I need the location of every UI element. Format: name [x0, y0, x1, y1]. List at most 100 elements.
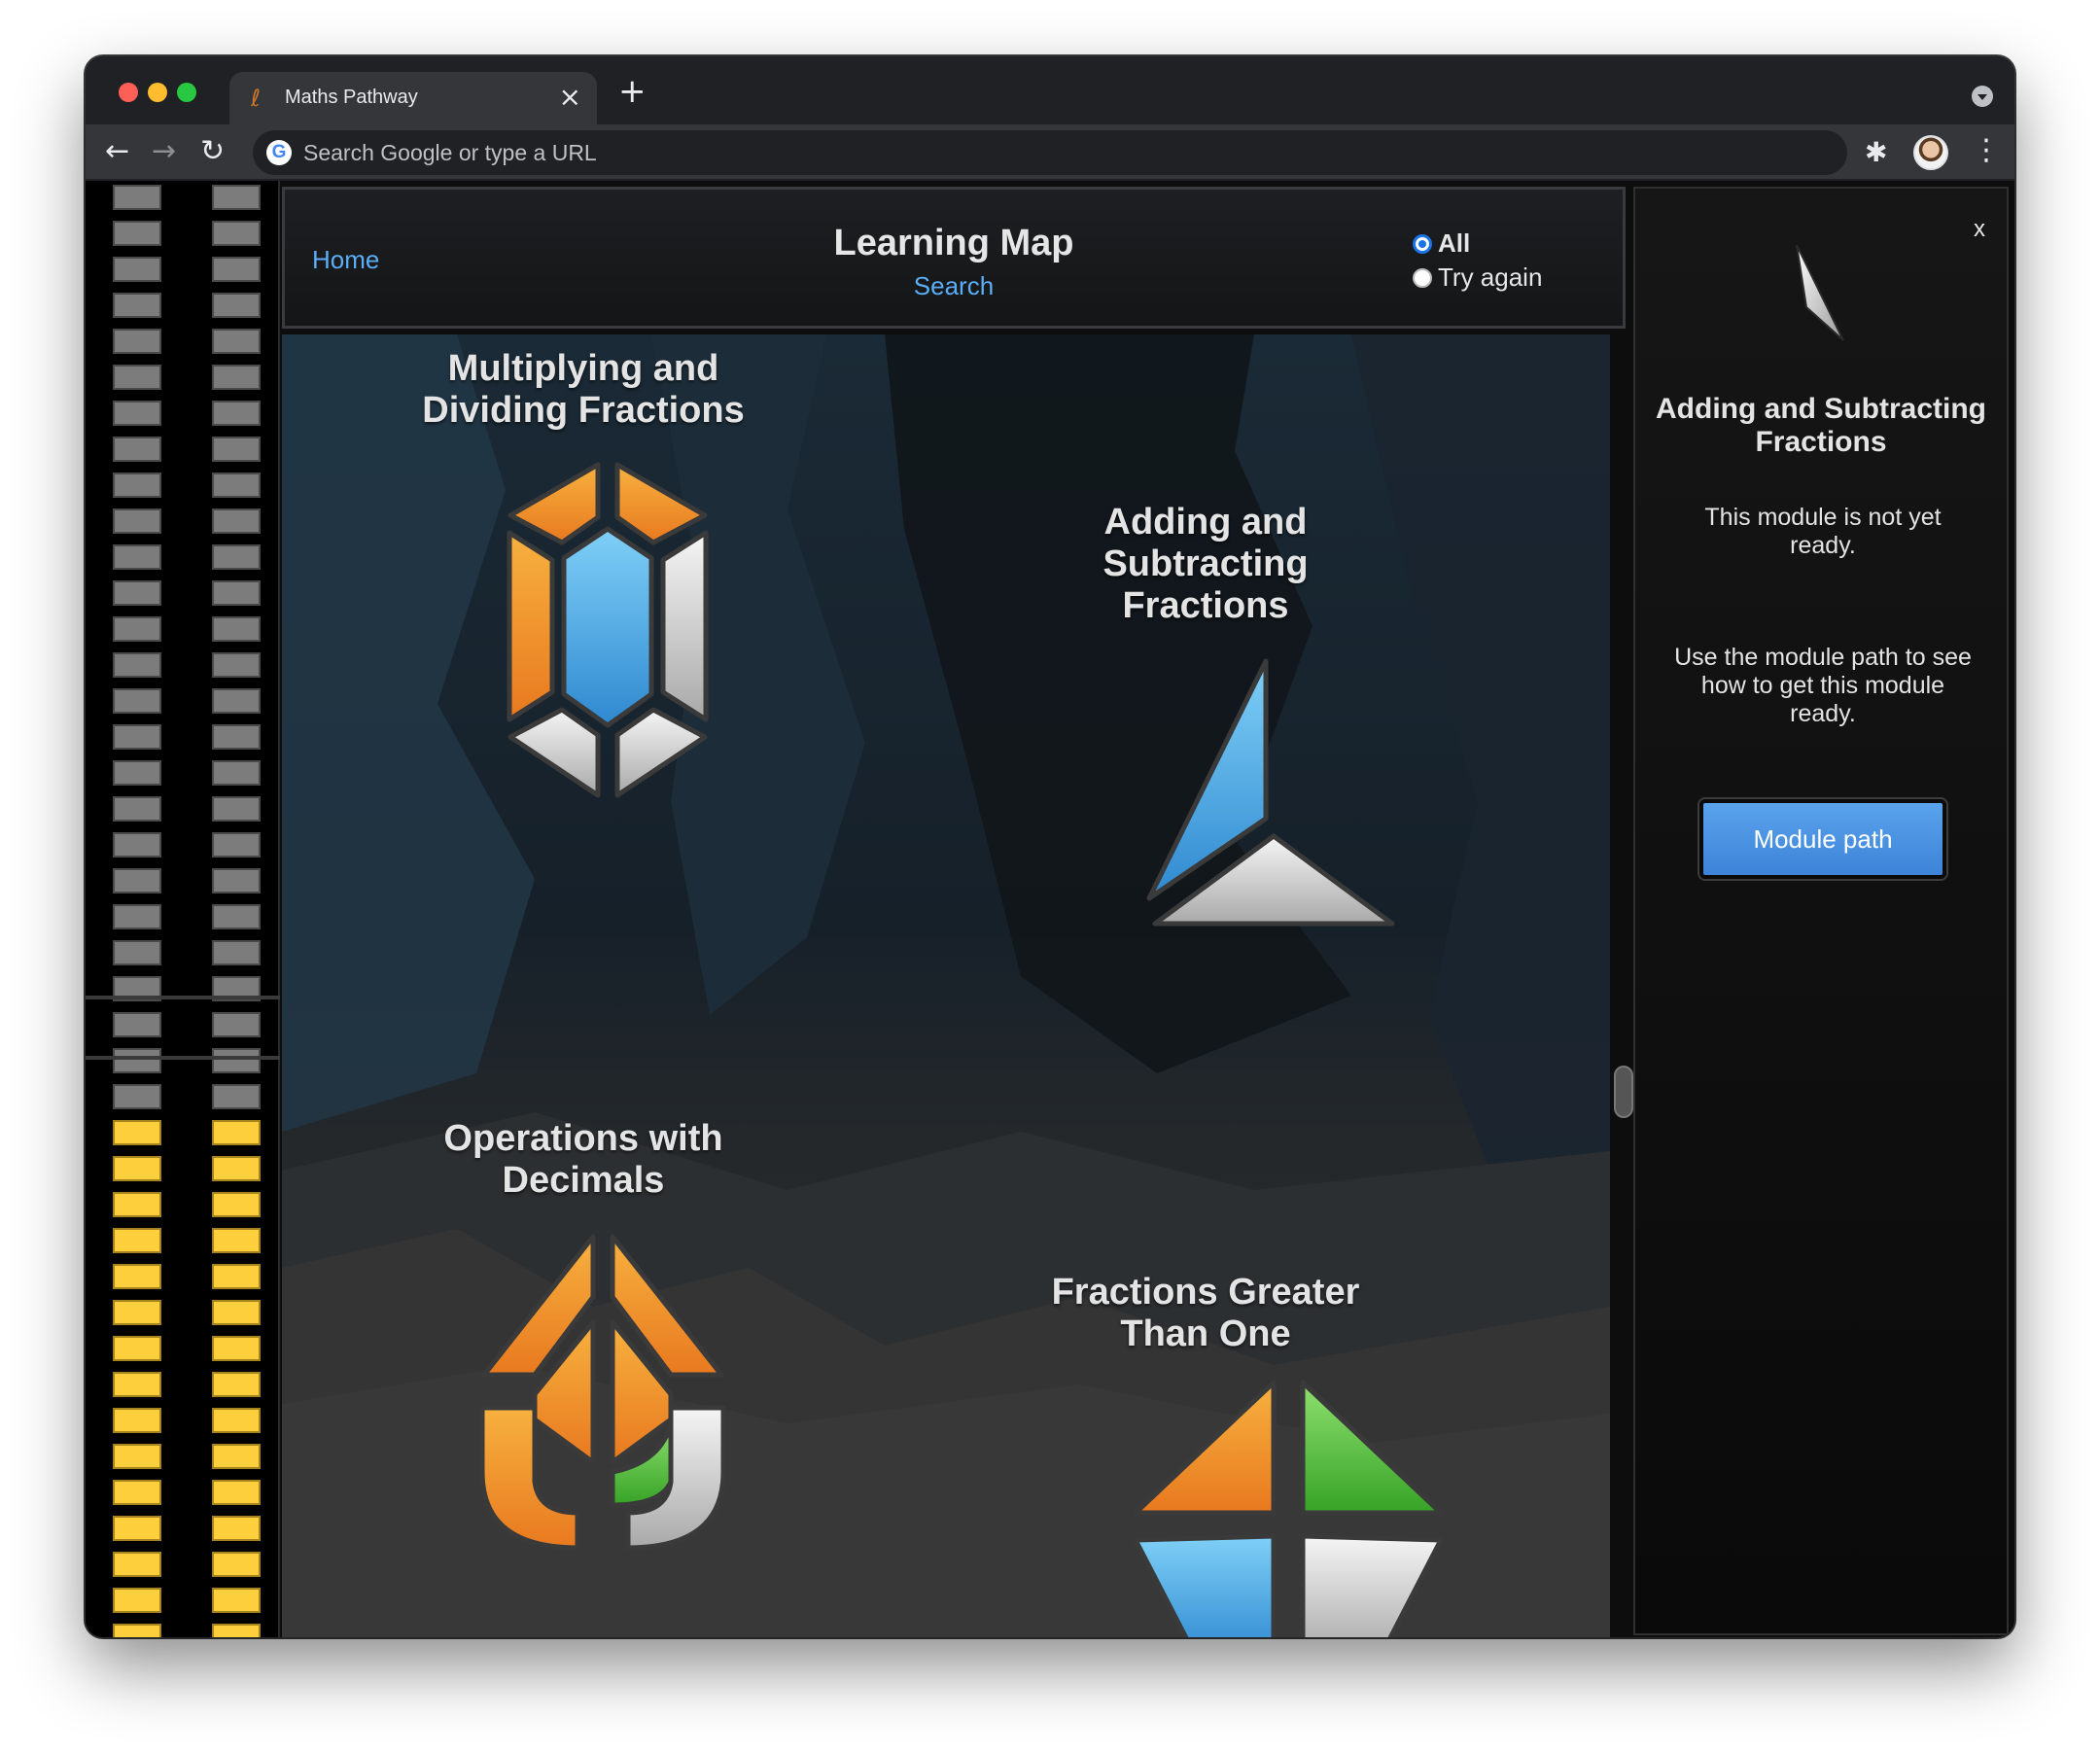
module-title-fractions-greater-than-one[interactable]: Fractions Greater Than One: [1040, 1272, 1371, 1355]
maximize-window-button[interactable]: [177, 83, 196, 102]
module-title-multiplying-dividing[interactable]: Multiplying and Dividing Fractions: [389, 348, 778, 432]
progress-block: [113, 868, 161, 893]
progress-block: [113, 401, 161, 426]
progress-block: [113, 1624, 161, 1637]
radio-all[interactable]: [1413, 233, 1432, 254]
progress-block: [212, 1084, 261, 1109]
back-arrow-icon[interactable]: ←: [105, 134, 129, 169]
progress-block: [113, 1516, 161, 1541]
progress-block: [113, 1300, 161, 1325]
progress-block: [113, 473, 161, 498]
progress-block: [113, 796, 161, 822]
progress-block: [113, 1480, 161, 1505]
learning-map-header: Home Learning Map Search All Try again: [282, 187, 1626, 329]
omnibox[interactable]: G: [253, 130, 1847, 175]
progress-block: [212, 616, 261, 642]
filter-try-again[interactable]: Try again: [1413, 261, 1542, 295]
progress-block: [113, 688, 161, 714]
browser-tab[interactable]: ℓ Maths Pathway ×: [229, 72, 597, 124]
progress-block: [212, 1264, 261, 1289]
progress-divider: [86, 1056, 280, 1060]
progress-block: [113, 832, 161, 858]
progress-block: [113, 1084, 161, 1109]
progress-block: [212, 904, 261, 929]
extensions-puzzle-icon[interactable]: ✱: [1865, 136, 1887, 168]
module-path-button[interactable]: Module path: [1699, 799, 1946, 879]
progress-block: [212, 652, 261, 678]
progress-block: [113, 437, 161, 462]
reload-icon[interactable]: ↻: [200, 134, 225, 169]
progress-block: [113, 904, 161, 929]
close-window-button[interactable]: [119, 83, 138, 102]
progress-block: [113, 1192, 161, 1217]
progress-block: [113, 1552, 161, 1577]
progress-block: [113, 257, 161, 282]
filter-try-again-label: Try again: [1438, 263, 1543, 292]
hexagon-gem-icon[interactable]: [506, 461, 710, 801]
progress-sidebar: [86, 181, 280, 1637]
radio-try-again[interactable]: [1413, 267, 1432, 288]
progress-block: [113, 760, 161, 786]
progress-block: [212, 1336, 261, 1361]
panel-title: Adding and Subtracting Fractions: [1656, 393, 1986, 458]
progress-block: [212, 1156, 261, 1181]
tab-close-icon[interactable]: ×: [559, 81, 581, 113]
new-tab-button[interactable]: +: [618, 72, 647, 111]
module-title-adding-subtracting[interactable]: Adding and Subtracting Fractions: [1060, 502, 1351, 627]
progress-block: [212, 1444, 261, 1469]
minimize-window-button[interactable]: [148, 83, 167, 102]
learning-map-canvas: Multiplying and Dividing Fractions Addin…: [282, 334, 1610, 1637]
progress-block: [212, 1192, 261, 1217]
profile-avatar[interactable]: [1913, 135, 1948, 170]
filter-radio-group: All Try again: [1413, 227, 1542, 295]
triangle-shard-icon[interactable]: [1138, 655, 1410, 928]
search-link-label[interactable]: Search: [914, 271, 994, 300]
progress-block: [212, 1408, 261, 1433]
progress-block: [113, 1408, 161, 1433]
filter-all-label: All: [1438, 228, 1471, 258]
panel-close-button[interactable]: x: [1974, 216, 1985, 243]
progress-block: [212, 437, 261, 462]
progress-column-1: [113, 185, 161, 1637]
arrow-leaf-icon[interactable]: [476, 1229, 729, 1550]
progress-block: [212, 365, 261, 390]
module-title-operations-decimals[interactable]: Operations with Decimals: [389, 1118, 778, 1202]
panel-message-module-path: Use the module path to see how to get th…: [1674, 644, 1972, 727]
browser-window: ℓ Maths Pathway × + ← → ↻ G ✱ ⋮ Home Lea…: [86, 56, 2014, 1637]
module-detail-panel: x Adding and Subtracting Fractions This …: [1633, 187, 2009, 1635]
progress-block: [212, 580, 261, 606]
progress-block: [212, 1300, 261, 1325]
progress-block: [113, 544, 161, 570]
filter-all[interactable]: All: [1413, 227, 1542, 261]
map-scrollbar-thumb[interactable]: [1614, 1066, 1633, 1118]
progress-block: [212, 688, 261, 714]
address-input[interactable]: [303, 130, 1820, 175]
progress-block: [113, 1012, 161, 1037]
progress-block: [212, 1588, 261, 1613]
progress-block: [113, 221, 161, 246]
progress-block: [113, 1156, 161, 1181]
progress-block: [212, 508, 261, 534]
panel-message-not-ready: This module is not yet ready.: [1704, 504, 1942, 559]
progress-block: [212, 257, 261, 282]
progress-block: [212, 1372, 261, 1397]
progress-block: [212, 760, 261, 786]
progress-block: [212, 1048, 261, 1073]
progress-divider: [86, 996, 280, 999]
tab-search-icon[interactable]: [1972, 86, 1993, 107]
progress-block: [113, 724, 161, 750]
browser-menu-icon[interactable]: ⋮: [1972, 133, 2001, 167]
four-part-kite-icon[interactable]: [1128, 1375, 1449, 1637]
progress-block: [113, 1264, 161, 1289]
maths-pathway-favicon-icon: ℓ: [251, 85, 261, 112]
progress-block: [113, 652, 161, 678]
progress-block: [212, 473, 261, 498]
progress-block: [212, 1228, 261, 1253]
forward-arrow-icon[interactable]: →: [152, 134, 176, 169]
progress-block: [113, 1336, 161, 1361]
progress-block: [212, 1552, 261, 1577]
progress-block: [113, 1444, 161, 1469]
progress-block: [212, 868, 261, 893]
progress-block: [113, 1372, 161, 1397]
title-bar: ℓ Maths Pathway × +: [86, 56, 2014, 124]
